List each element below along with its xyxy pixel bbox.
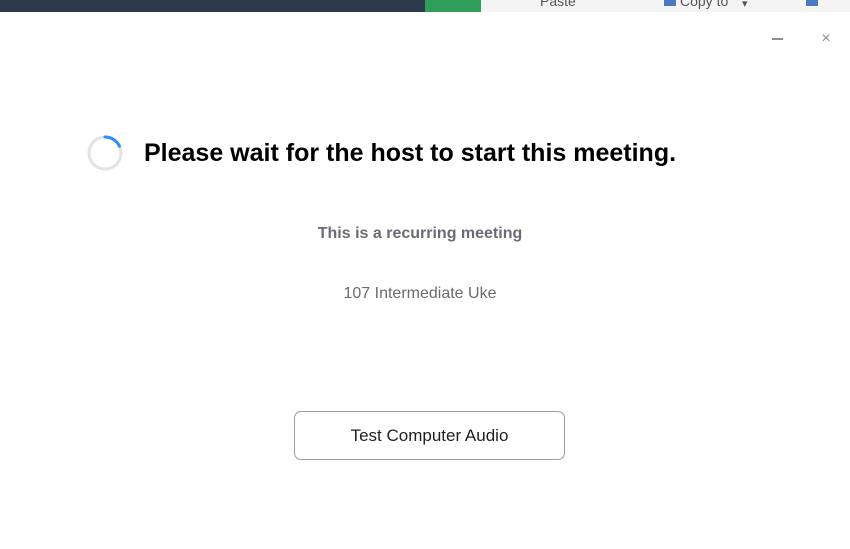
- recurring-meeting-label: This is a recurring meeting: [317, 225, 523, 242]
- close-button[interactable]: ×: [815, 28, 837, 50]
- background-window-strip: Paste Copy to ▾: [0, 0, 850, 12]
- background-toolbar-icon: [806, 0, 818, 6]
- loading-spinner-icon: [87, 135, 123, 171]
- background-paste-label: Paste: [540, 0, 576, 9]
- minimize-button[interactable]: [766, 28, 788, 50]
- meeting-name: 107 Intermediate Uke: [343, 285, 497, 302]
- background-dropdown-arrow: ▾: [742, 0, 748, 10]
- test-computer-audio-button[interactable]: Test Computer Audio: [294, 411, 565, 460]
- waiting-heading: Please wait for the host to start this m…: [144, 138, 677, 167]
- minimize-icon: [771, 38, 783, 40]
- background-dark-region: [0, 0, 425, 12]
- waiting-room-window: Paste Copy to ▾ × Please wait for the ho…: [0, 0, 850, 549]
- background-green-region: [425, 0, 481, 12]
- background-copy-label: Copy to: [680, 0, 729, 9]
- background-copy-icon: [664, 0, 676, 6]
- close-icon: ×: [821, 30, 831, 47]
- waiting-heading-row: Please wait for the host to start this m…: [86, 133, 676, 173]
